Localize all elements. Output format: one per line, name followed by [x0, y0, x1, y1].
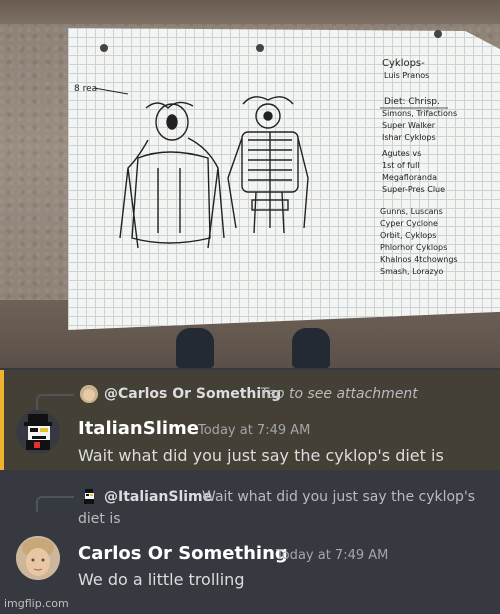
mention-highlight-bar — [0, 370, 4, 470]
carlos-avatar-icon[interactable] — [80, 385, 98, 403]
cyklops-drawing: 8 rea Cyklops- Luis Pranos Diet: Chrisp.… — [74, 30, 458, 276]
svg-text:Agutes vs: Agutes vs — [382, 149, 421, 158]
message-divider — [0, 470, 500, 478]
reply-connector — [36, 394, 74, 410]
svg-text:Cyklops-: Cyklops- — [382, 58, 425, 69]
reply-text[interactable]: Wait what did you just say the cyklop's — [202, 489, 475, 505]
reply-username[interactable]: @Carlos Or Something — [104, 386, 281, 402]
left-shoe — [176, 328, 214, 368]
svg-text:Simons, Trifactions: Simons, Trifactions — [382, 109, 457, 118]
message-timestamp: Today at 7:49 AM — [198, 423, 311, 438]
reply-username[interactable]: @ItalianSlime — [104, 489, 212, 505]
spamton-avatar-icon[interactable] — [80, 488, 98, 506]
username-carlos[interactable]: Carlos Or Something — [78, 543, 288, 564]
reply-attachment-link[interactable]: Tap to see attachment — [260, 386, 418, 402]
svg-text:Orbit, Cyklops: Orbit, Cyklops — [380, 231, 436, 240]
message-timestamp: Today at 7:49 AM — [276, 548, 389, 563]
svg-text:Khalnos 4tchowngs: Khalnos 4tchowngs — [380, 255, 458, 264]
svg-text:Gunns, Luscans: Gunns, Luscans — [380, 207, 443, 216]
svg-text:1st of full: 1st of full — [382, 161, 420, 170]
svg-text:Luis Pranos: Luis Pranos — [384, 71, 429, 80]
svg-text:Phlorhor Cyklops: Phlorhor Cyklops — [380, 243, 447, 252]
svg-text:Diet: Chrisp.: Diet: Chrisp. — [384, 97, 440, 107]
reply-text-continued[interactable]: diet is — [78, 511, 121, 527]
carlos-avatar-icon[interactable] — [16, 536, 60, 580]
username-italianslime[interactable]: ItalianSlime — [78, 418, 199, 439]
svg-text:Cyper Cyclone: Cyper Cyclone — [380, 219, 438, 228]
svg-text:Smash, Lorazyo: Smash, Lorazyo — [380, 267, 443, 276]
svg-text:Super Walker: Super Walker — [382, 121, 436, 130]
attachment-photo[interactable]: 8 rea Cyklops- Luis Pranos Diet: Chrisp.… — [0, 0, 500, 368]
message-carlos[interactable]: @ItalianSlime Wait what did you just say… — [0, 478, 500, 593]
message-content: Wait what did you just say the cyklop's … — [78, 446, 444, 465]
curb — [0, 0, 500, 24]
sketch-label: 8 rea — [74, 84, 97, 94]
spamton-avatar-icon[interactable] — [16, 410, 60, 454]
right-shoe — [292, 328, 330, 368]
svg-text:Super-Pres Clue: Super-Pres Clue — [382, 185, 445, 194]
reply-connector — [36, 496, 74, 512]
svg-text:Megafloranda: Megafloranda — [382, 173, 437, 182]
message-italianslime[interactable]: @Carlos Or Something Tap to see attachme… — [0, 370, 500, 470]
message-content: We do a little trolling — [78, 570, 245, 589]
imgflip-watermark: imgflip.com — [4, 597, 69, 610]
svg-text:Ishar Cyklops: Ishar Cyklops — [382, 133, 436, 142]
